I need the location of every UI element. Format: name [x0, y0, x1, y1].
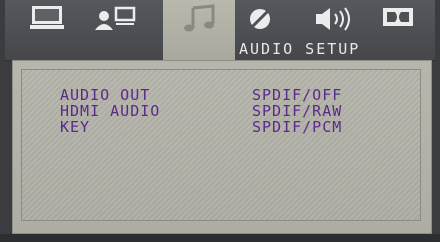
circle-slash-icon: [250, 9, 270, 29]
monitor-icon: [30, 6, 64, 29]
settings-options: SPDIF/OFF SPDIF/RAW SPDIF/PCM: [252, 86, 342, 136]
option-spdif-raw[interactable]: SPDIF/RAW: [252, 102, 342, 120]
option-spdif-pcm[interactable]: SPDIF/PCM: [252, 118, 342, 136]
setting-label-audio-out[interactable]: AUDIO OUT: [60, 86, 160, 104]
bottom-border: [0, 234, 440, 242]
tab-general[interactable]: [25, 0, 69, 60]
settings-labels: AUDIO OUT HDMI AUDIO KEY: [60, 86, 160, 136]
dolby-icon: [383, 8, 413, 26]
speaker-icon: [316, 7, 350, 31]
tab-dolby[interactable]: [375, 0, 421, 60]
user-network-icon: [95, 6, 136, 30]
audio-setup-screen: AUDIO SETUP AUDIO OUT HDMI AUDIO KEY SPD…: [0, 0, 440, 242]
settings-panel: AUDIO OUT HDMI AUDIO KEY SPDIF/OFF SPDIF…: [12, 60, 432, 234]
option-spdif-off[interactable]: SPDIF/OFF: [252, 86, 342, 104]
music-note-icon: [184, 4, 215, 32]
menu-tab-bar: AUDIO SETUP: [5, 0, 435, 64]
setting-label-hdmi-audio[interactable]: HDMI AUDIO: [60, 102, 160, 120]
tab-language[interactable]: [85, 0, 145, 60]
tab-audio[interactable]: [163, 0, 235, 64]
section-title: AUDIO SETUP: [239, 40, 361, 58]
settings-frame: AUDIO OUT HDMI AUDIO KEY SPDIF/OFF SPDIF…: [21, 69, 421, 221]
setting-label-key[interactable]: KEY: [60, 118, 160, 136]
